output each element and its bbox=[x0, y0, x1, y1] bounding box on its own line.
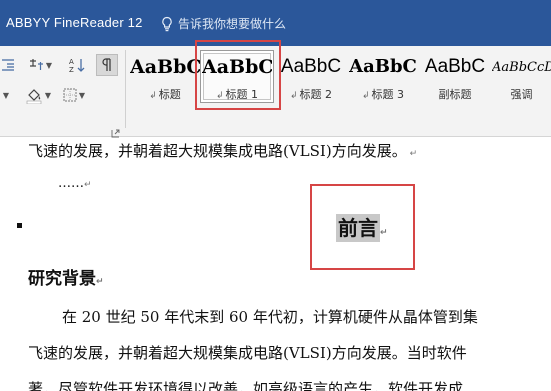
style-heading-2[interactable]: AaBbC ↲ 标题 2 bbox=[276, 48, 346, 102]
decrease-indent-button[interactable] bbox=[0, 56, 16, 74]
dialog-launcher-icon[interactable] bbox=[111, 123, 120, 138]
annotation-box-style bbox=[195, 40, 281, 110]
doc-line: 在 20 世纪 50 年代末到 60 年代初，计算机硬件从晶体管到集 bbox=[62, 308, 478, 326]
sort-az-icon: A Z bbox=[69, 58, 85, 73]
ribbon-divider bbox=[125, 50, 126, 128]
pilcrow-icon bbox=[102, 58, 111, 71]
sort-chinese-layout-button[interactable]: ▼ bbox=[26, 56, 54, 74]
style-heading-3[interactable]: AaBbC ↲ 标题 3 bbox=[348, 48, 418, 102]
chevron-down-icon: ▼ bbox=[45, 60, 53, 70]
style-label: 强调 bbox=[510, 88, 533, 101]
justify-button[interactable]: ▼ bbox=[0, 86, 10, 104]
heading-background: 研究背景↵ bbox=[28, 269, 104, 289]
paragraph-group: ▼ A Z ▼ ▼ ▼ bbox=[0, 46, 122, 138]
chevron-down-icon: ▼ bbox=[44, 90, 52, 100]
style-title[interactable]: AaBbC ↲ 标题 bbox=[130, 48, 200, 102]
style-subtitle[interactable]: AaBbC 副标题 bbox=[420, 48, 490, 102]
style-sample: AaBbC bbox=[349, 56, 417, 77]
svg-text:Z: Z bbox=[69, 66, 74, 73]
svg-text:A: A bbox=[69, 58, 74, 66]
chevron-down-icon: ▼ bbox=[2, 90, 10, 100]
paragraph-mark: ↵ bbox=[406, 149, 418, 159]
style-sample: AaBbCcD bbox=[492, 60, 551, 75]
style-label: ↲ 标题 3 bbox=[361, 88, 405, 101]
style-label: ↲ 标题 bbox=[149, 88, 181, 101]
styles-gallery: AaBbC ↲ 标题 AaBbC ↲ 标题 1 AaBbC ↲ 标题 2 AaBbC … bbox=[130, 48, 551, 134]
borders-icon bbox=[63, 88, 77, 102]
style-sample: AaBbC bbox=[130, 56, 200, 78]
show-marks-button[interactable] bbox=[96, 54, 118, 76]
chinese-layout-icon bbox=[29, 59, 43, 70]
ribbon: ▼ A Z ▼ ▼ ▼ AaBbC ↲ 标题 AaBbC ↲ 标题 1 AaBb… bbox=[0, 40, 551, 138]
style-label: ↲ 标题 2 bbox=[289, 88, 333, 101]
chevron-down-icon: ▼ bbox=[78, 90, 86, 100]
tell-me-box[interactable]: 告诉我你想要做什么 bbox=[160, 15, 286, 32]
app-title: ABBYY FineReader 12 bbox=[6, 15, 143, 30]
doc-ellipsis: ……↵ bbox=[58, 176, 92, 191]
sort-button[interactable]: A Z bbox=[66, 56, 88, 74]
doc-line: 飞速的发展，并朝着超大规模集成电路(VLSI)方向发展。 ↵ bbox=[28, 142, 418, 160]
paint-bucket-icon bbox=[26, 89, 42, 104]
doc-line: 著，尽管软件开发环境得以改善，如高级语言的产生，软件开发成 bbox=[28, 380, 464, 391]
style-label: 副标题 bbox=[438, 88, 472, 101]
doc-line: 飞速的发展，并朝着超大规模集成电路(VLSI)方向发展。当时软件 bbox=[28, 344, 467, 362]
style-emphasis[interactable]: AaBbCcD 强调 bbox=[492, 48, 551, 102]
paragraph-mark: ↵ bbox=[96, 277, 104, 287]
style-sample: AaBbC bbox=[424, 56, 486, 77]
heading-bullet bbox=[17, 223, 22, 228]
document-page: 飞速的发展，并朝着超大规模集成电路(VLSI)方向发展。 ↵ ……↵ 前言 ↵ 研… bbox=[0, 138, 551, 391]
indent-icon bbox=[2, 59, 14, 71]
annotation-box-heading bbox=[310, 184, 415, 270]
shading-button[interactable]: ▼ bbox=[22, 85, 54, 105]
tell-me-text: 告诉我你想要做什么 bbox=[178, 17, 287, 31]
lightbulb-icon bbox=[162, 16, 172, 31]
style-sample: AaBbC bbox=[280, 56, 342, 77]
paragraph-mark: ↵ bbox=[84, 180, 92, 190]
borders-button[interactable]: ▼ bbox=[60, 85, 88, 105]
